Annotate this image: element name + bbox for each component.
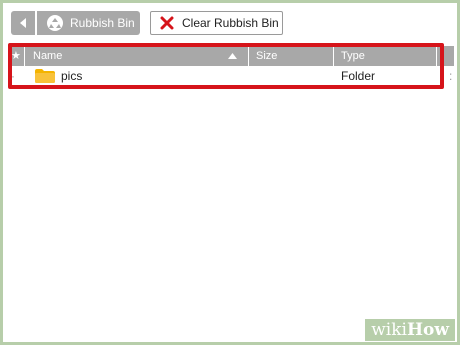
breadcrumb-rubbish-bin[interactable]: Rubbish Bin xyxy=(37,11,140,35)
row-overflow-indicator: : xyxy=(449,69,453,83)
close-icon xyxy=(160,16,174,30)
watermark-how: How xyxy=(406,320,449,340)
recycle-icon xyxy=(47,15,63,31)
watermark-wiki: wiki xyxy=(371,320,407,340)
clear-rubbish-bin-button[interactable]: Clear Rubbish Bin xyxy=(150,11,283,35)
back-arrow-icon xyxy=(20,18,26,28)
breadcrumb-label: Rubbish Bin xyxy=(70,16,135,30)
back-button[interactable] xyxy=(11,11,35,35)
highlight-annotation xyxy=(8,43,444,89)
clear-rubbish-bin-label: Clear Rubbish Bin xyxy=(182,16,279,30)
wikihow-watermark: wiki How xyxy=(365,319,455,341)
